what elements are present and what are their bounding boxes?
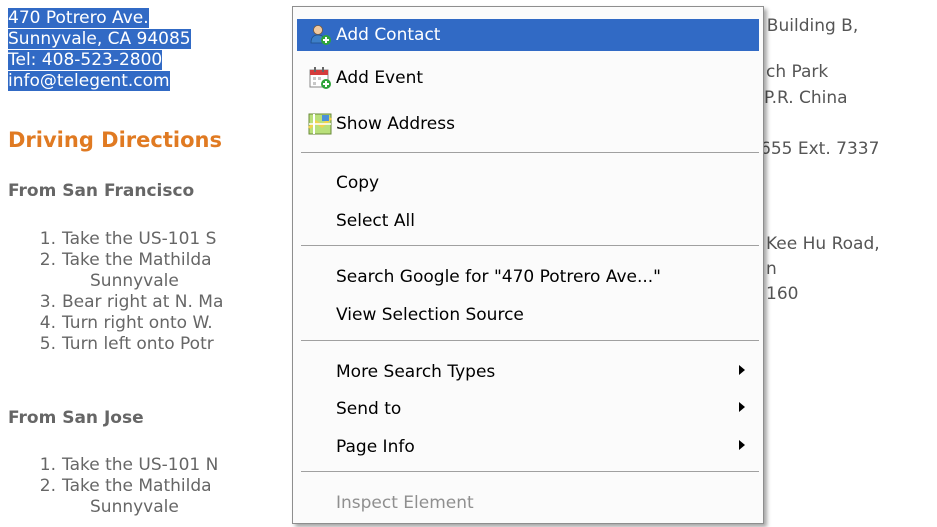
list-item: 4. Turn right onto W. xyxy=(39,313,213,333)
right-address-fragment: , Building B, xyxy=(756,16,859,36)
address-city: Sunnyvale, CA 94085 xyxy=(8,29,191,49)
menu-item-label: Search Google for "470 Potrero Ave..." xyxy=(336,267,662,287)
map-icon xyxy=(308,112,332,136)
from-san-jose-heading: From San Jose xyxy=(8,408,144,428)
menu-item-label: Copy xyxy=(336,173,380,193)
menu-item-send-to[interactable]: Send to xyxy=(297,393,759,425)
list-item: 2. Take the Mathilda xyxy=(39,476,212,496)
menu-item-label: Page Info xyxy=(336,437,415,457)
list-item: 3. Bear right at N. Ma xyxy=(39,292,224,312)
menu-item-more-search-types[interactable]: More Search Types xyxy=(297,356,759,388)
right-address-fragment: ch Park xyxy=(766,62,829,82)
right-directions-fragment: Kee Hu Road, xyxy=(766,234,880,254)
list-item: 2. Take the Mathilda xyxy=(39,250,212,270)
menu-item-search-google[interactable]: Search Google for "470 Potrero Ave..." xyxy=(297,261,759,293)
list-item-continuation: Sunnyvale xyxy=(90,497,179,517)
context-menu: Add Contact Add Event Show Address Copy … xyxy=(292,6,764,524)
submenu-arrow-icon xyxy=(739,402,745,412)
submenu-arrow-icon xyxy=(739,440,745,450)
from-san-francisco-heading: From San Francisco xyxy=(8,181,195,201)
list-item: 1. Take the US-101 N xyxy=(39,455,219,475)
menu-item-label: Show Address xyxy=(336,114,455,134)
right-phone-fragment: 655 Ext. 7337 xyxy=(760,139,880,159)
menu-separator xyxy=(301,245,759,246)
menu-item-copy[interactable]: Copy xyxy=(297,167,759,199)
menu-item-inspect-element[interactable]: Inspect Element xyxy=(297,487,759,519)
menu-item-label: Select All xyxy=(336,211,415,231)
menu-item-label: Add Event xyxy=(336,68,424,88)
sf-directions-list: 1. Take the US-101 S 2. Take the Mathilda … xyxy=(34,229,224,355)
menu-item-label: Send to xyxy=(336,399,402,419)
driving-directions-title: Driving Directions xyxy=(8,128,222,152)
right-directions-fragment: n xyxy=(766,259,777,279)
list-item: 1. Take the US-101 S xyxy=(39,229,217,249)
menu-item-show-address[interactable]: Show Address xyxy=(297,108,759,140)
address-street: 470 Potrero Ave. xyxy=(8,8,149,28)
menu-item-add-contact[interactable]: Add Contact xyxy=(297,19,759,51)
menu-item-add-event[interactable]: Add Event xyxy=(297,62,759,94)
list-item: 5. Turn left onto Potr xyxy=(39,334,214,354)
menu-separator xyxy=(301,340,759,341)
sj-directions-list: 1. Take the US-101 N 2. Take the Mathilda … xyxy=(34,455,219,518)
menu-item-select-all[interactable]: Select All xyxy=(297,205,759,237)
menu-item-label: More Search Types xyxy=(336,362,496,382)
menu-item-label: View Selection Source xyxy=(336,305,524,325)
menu-item-label: Inspect Element xyxy=(336,493,474,513)
menu-separator xyxy=(301,152,759,153)
right-directions-fragment: 160 xyxy=(766,284,799,304)
selected-address-block[interactable]: 470 Potrero Ave. Sunnyvale, CA 94085 Tel… xyxy=(8,8,191,92)
menu-separator xyxy=(301,471,759,472)
right-address-fragment: P.R. China xyxy=(764,88,848,108)
calendar-add-icon xyxy=(308,66,332,90)
add-contact-icon xyxy=(308,23,332,47)
menu-item-label: Add Contact xyxy=(336,25,441,45)
list-item-continuation: Sunnyvale xyxy=(90,271,179,291)
menu-item-page-info[interactable]: Page Info xyxy=(297,431,759,463)
address-tel: Tel: 408-523-2800 xyxy=(8,50,163,70)
menu-item-view-selection-source[interactable]: View Selection Source xyxy=(297,299,759,331)
submenu-arrow-icon xyxy=(739,365,745,375)
address-email: info@telegent.com xyxy=(8,71,170,91)
